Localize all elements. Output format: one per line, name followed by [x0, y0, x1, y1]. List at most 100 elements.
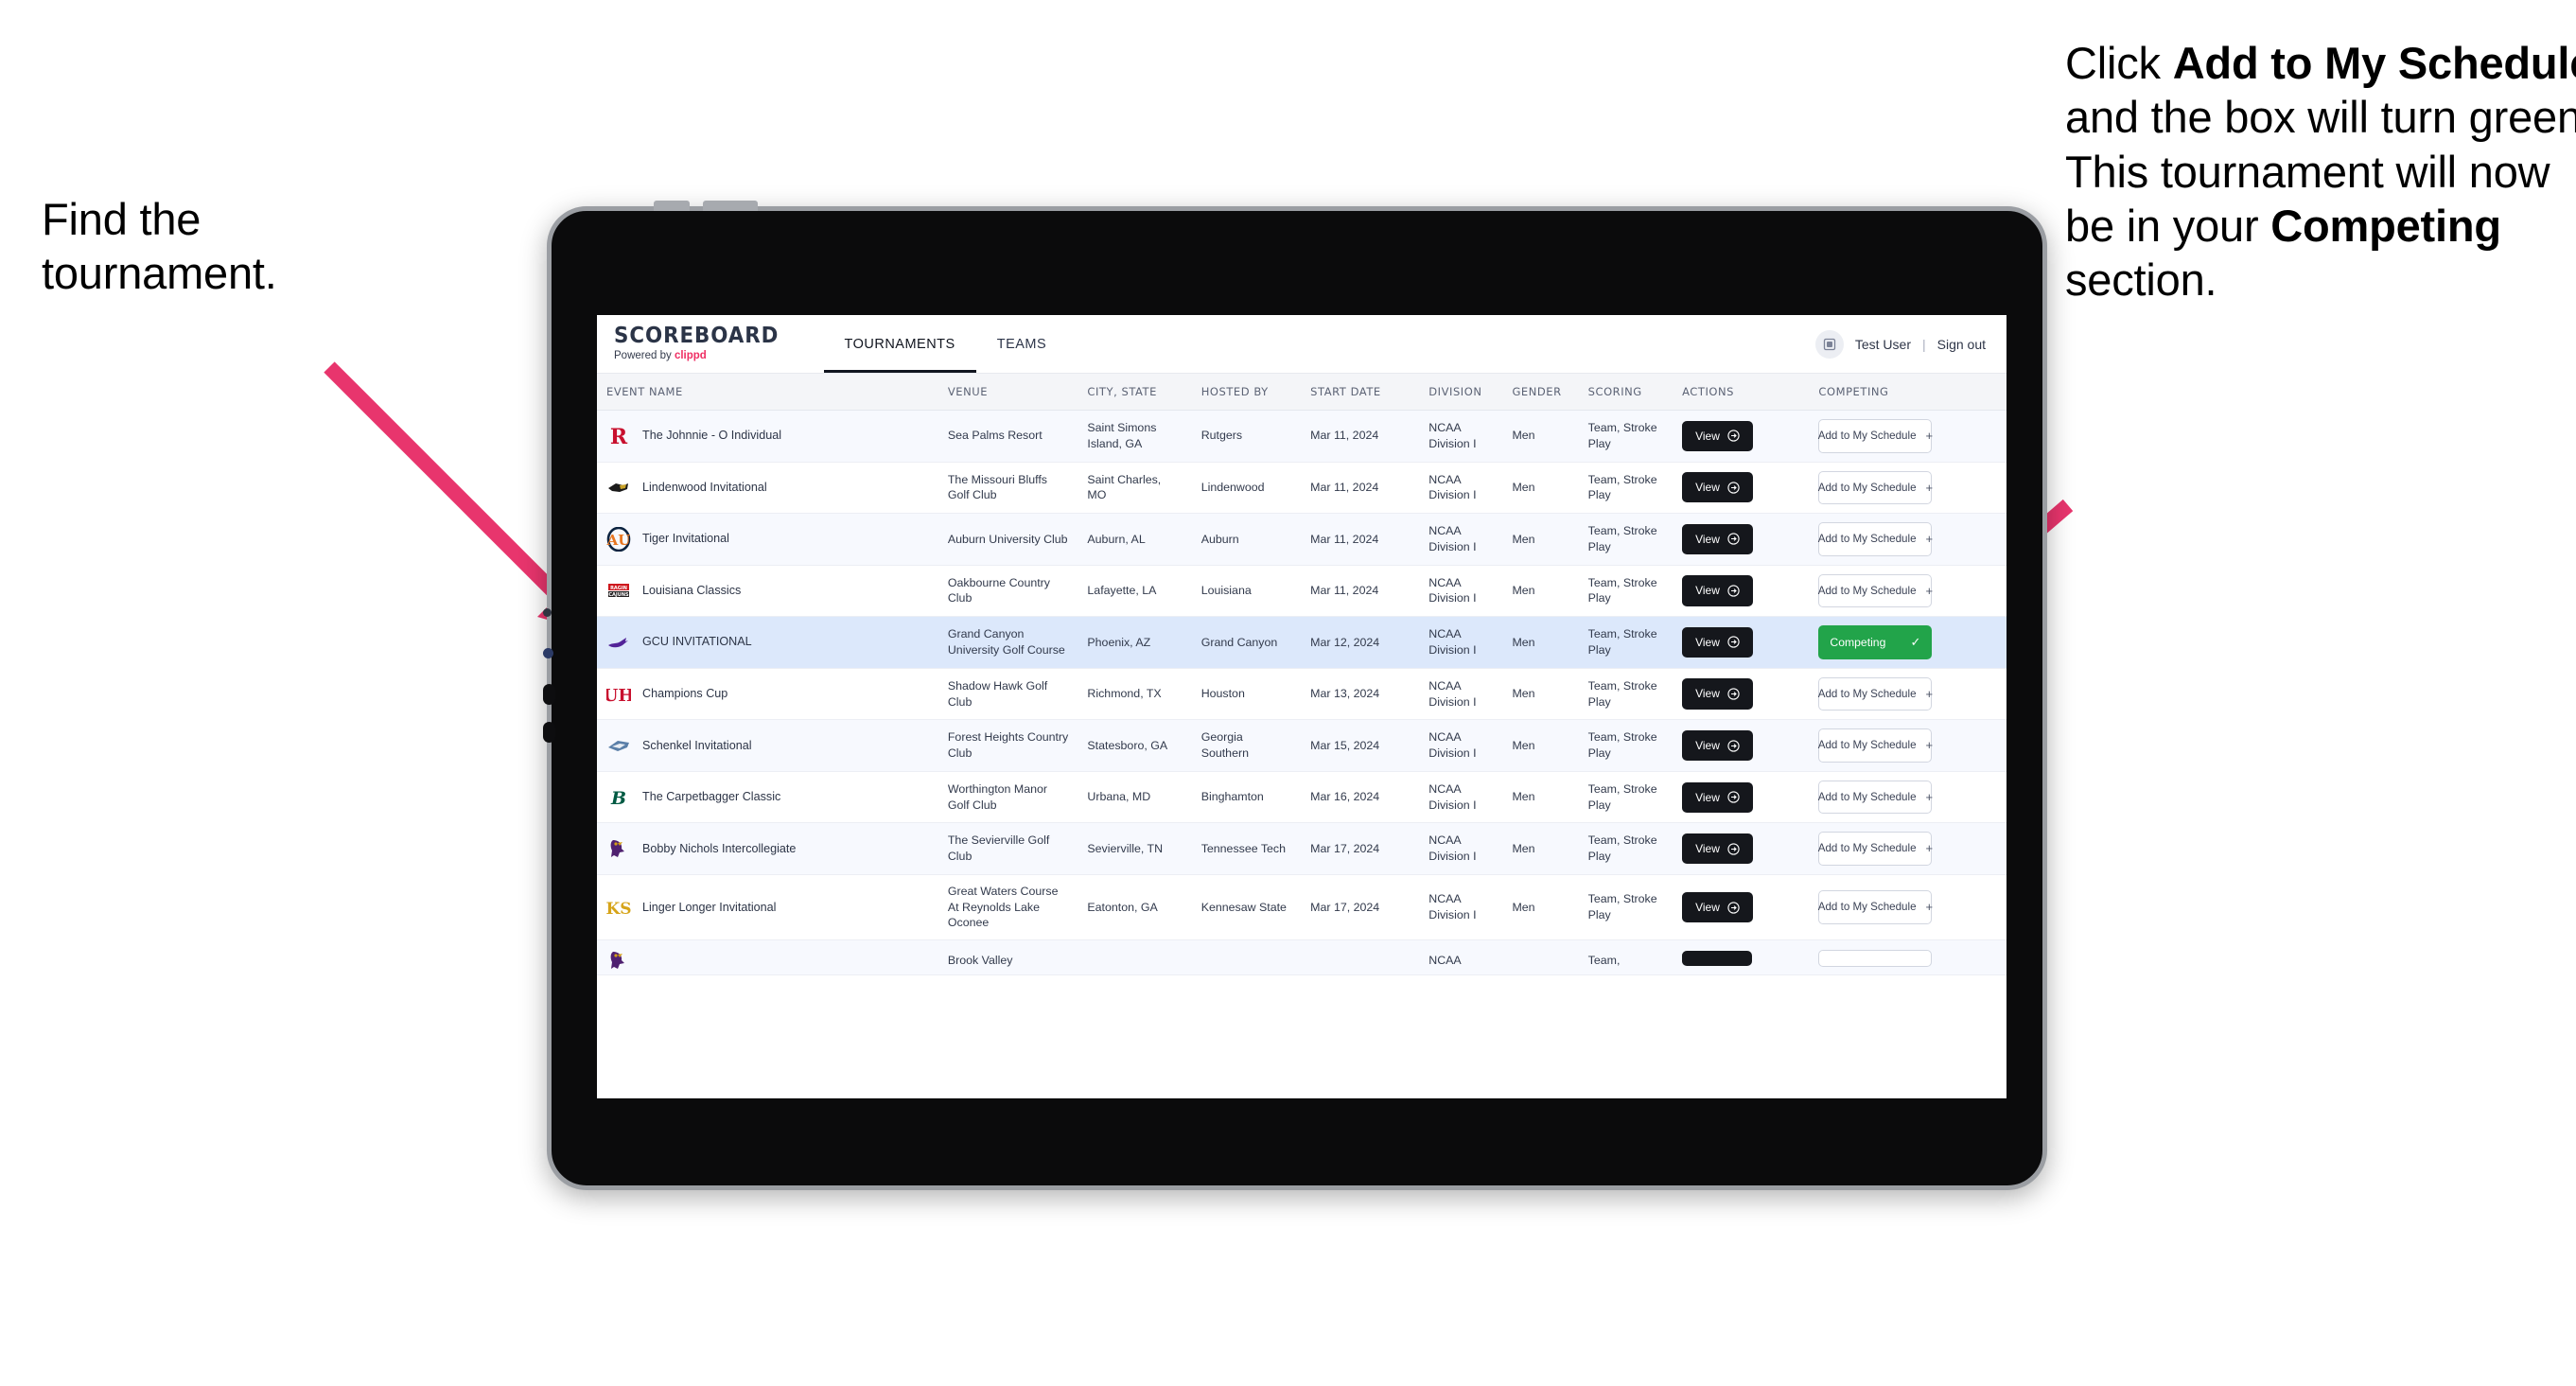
add-to-my-schedule-button[interactable]: Add to My Schedule +	[1818, 573, 1934, 608]
cell-event-name: KS Linger Longer Invitational	[597, 874, 938, 941]
column-header-competing[interactable]: COMPETING	[1809, 374, 2006, 411]
cell-gender	[1502, 939, 1579, 976]
view-button[interactable]: View	[1682, 729, 1753, 762]
cell-start-date: Mar 11, 2024	[1301, 565, 1420, 618]
user-avatar-icon[interactable]	[1814, 329, 1844, 359]
cell-hosted-by	[1191, 939, 1302, 976]
cell-scoring: Team, Stroke Play	[1578, 616, 1674, 669]
cell-start-date: Mar 12, 2024	[1301, 616, 1420, 669]
side-button-1[interactable]	[543, 684, 555, 705]
tablet-screen: SCOREBOARD Powered by clippd TOURNAMENTS…	[597, 315, 2006, 1098]
cell-actions: View	[1673, 874, 1810, 941]
add-to-my-schedule-button[interactable]: Add to My Schedule +	[1817, 676, 1934, 711]
volume-down-button[interactable]	[703, 201, 758, 211]
table-row[interactable]: Lindenwood Invitational The Missouri Blu…	[597, 462, 2006, 515]
plus-icon: +	[1925, 686, 1934, 701]
annotation-find-tournament: Find the tournament.	[42, 192, 439, 301]
cell-venue: Brook Valley	[938, 939, 1078, 976]
table-row[interactable]: GCU INVITATIONAL Grand Canyon University…	[597, 616, 2006, 669]
brand-powered-prefix: Powered by	[614, 350, 675, 362]
annotation-right-seg1: Click	[2065, 38, 2173, 88]
table-row[interactable]: Bobby Nichols Intercollegiate The Sevier…	[597, 822, 2006, 875]
add-to-my-schedule-button[interactable]: Add to My Schedule +	[1818, 780, 1933, 815]
cell-competing: Add to My Schedule +	[1809, 874, 2006, 941]
view-label: View	[1695, 790, 1720, 804]
partial-team-logo	[606, 948, 631, 973]
event-name-label: The Carpetbagger Classic	[642, 790, 781, 804]
view-label: View	[1695, 900, 1720, 914]
view-button[interactable]	[1682, 950, 1753, 966]
column-header-event-name[interactable]: EVENT NAME	[597, 374, 938, 411]
add-to-my-schedule-button[interactable]: Add to My Schedule +	[1817, 419, 1933, 453]
table-row[interactable]: RAGIN CAJUNS Louisiana Classics Oakbourne…	[597, 565, 2006, 618]
header-separator: |	[1921, 336, 1926, 352]
binghamton-b-logo: B	[606, 785, 631, 810]
view-button[interactable]: View	[1682, 420, 1753, 451]
cell-scoring: Team,	[1578, 939, 1674, 976]
competing-button[interactable]: Competing ✓	[1818, 625, 1933, 659]
view-button[interactable]: View	[1682, 523, 1753, 554]
plus-icon: +	[1925, 900, 1934, 915]
arrow-right-circle-icon	[1727, 739, 1740, 752]
column-header-start-date[interactable]: START DATE	[1301, 374, 1420, 411]
column-header-scoring[interactable]: SCORING	[1578, 374, 1674, 411]
cell-event-name: Bobby Nichols Intercollegiate	[597, 822, 938, 875]
arrow-right-circle-icon	[1727, 842, 1740, 855]
cell-venue: The Sevierville Golf Club	[938, 822, 1078, 875]
table-row-partial[interactable]: Brook Valley NCAA Team,	[597, 939, 2006, 976]
cell-venue: Shadow Hawk Golf Club	[938, 668, 1078, 721]
cell-start-date: Mar 11, 2024	[1301, 513, 1420, 566]
plus-icon: +	[1925, 583, 1934, 598]
column-header-venue[interactable]: VENUE	[938, 374, 1078, 411]
cell-gender: Men	[1502, 874, 1579, 941]
table-row[interactable]: R The Johnnie - O Individual Sea Palms R…	[597, 410, 2006, 463]
view-button[interactable]: View	[1682, 575, 1753, 606]
view-button[interactable]: View	[1682, 472, 1753, 503]
cell-start-date: Mar 17, 2024	[1301, 822, 1420, 875]
column-header-hosted-by[interactable]: HOSTED BY	[1191, 374, 1302, 411]
table-row[interactable]: Schenkel Invitational Forest Heights Cou…	[597, 719, 2006, 772]
column-header-division[interactable]: DIVISION	[1419, 374, 1503, 411]
view-button[interactable]: View	[1682, 781, 1753, 813]
nav-tab-teams[interactable]: TEAMS	[976, 315, 1067, 373]
add-to-my-schedule-label: Add to My Schedule	[1817, 533, 1917, 546]
table-row[interactable]: AU Tiger Invitational Auburn University …	[597, 513, 2006, 566]
arrow-right-circle-icon	[1727, 636, 1740, 649]
add-to-my-schedule-button[interactable]: Add to My Schedule +	[1818, 728, 1933, 763]
add-to-my-schedule-label: Add to My Schedule	[1817, 687, 1917, 700]
tournaments-table-container[interactable]: EVENT NAME VENUE CITY, STATE HOSTED BY S…	[597, 374, 2006, 1098]
cell-division: NCAA Division I	[1419, 719, 1503, 772]
cell-competing: Add to My Schedule +	[1809, 513, 2006, 566]
auburn-au-logo: AU	[606, 526, 631, 553]
event-name-label: Linger Longer Invitational	[642, 900, 777, 914]
add-to-my-schedule-button[interactable]: Add to My Schedule +	[1818, 832, 1933, 866]
table-row[interactable]: KS Linger Longer Invitational Great Wate…	[597, 874, 2006, 941]
tennessee-tech-eagle-logo	[606, 836, 631, 861]
view-button[interactable]: View	[1682, 626, 1753, 658]
add-to-my-schedule-button[interactable]: Add to My Schedule +	[1818, 470, 1933, 505]
add-to-my-schedule-button[interactable]	[1818, 949, 1933, 967]
nav-tab-tournaments[interactable]: TOURNAMENTS	[823, 315, 976, 373]
column-header-city-state[interactable]: CITY, STATE	[1078, 374, 1192, 411]
cell-division: NCAA Division I	[1419, 874, 1503, 941]
column-header-actions[interactable]: ACTIONS	[1673, 374, 1810, 411]
side-indicator-1	[543, 608, 552, 617]
volume-up-button[interactable]	[654, 201, 690, 211]
add-to-my-schedule-button[interactable]: Add to My Schedule +	[1818, 890, 1934, 924]
table-row[interactable]: UH Champions Cup Shadow Hawk Golf Club R…	[597, 668, 2006, 721]
table-row[interactable]: B The Carpetbagger Classic Worthington M…	[597, 771, 2006, 824]
add-to-my-schedule-button[interactable]: Add to My Schedule +	[1817, 522, 1933, 556]
view-button[interactable]: View	[1682, 891, 1753, 923]
view-button[interactable]: View	[1682, 833, 1753, 865]
add-to-my-schedule-label: Add to My Schedule	[1817, 429, 1917, 442]
column-header-gender[interactable]: GENDER	[1502, 374, 1579, 411]
view-button[interactable]: View	[1682, 678, 1753, 710]
side-button-2[interactable]	[543, 722, 555, 743]
event-name-label: Lindenwood Invitational	[642, 480, 767, 494]
cell-event-name: B The Carpetbagger Classic	[597, 771, 938, 824]
sign-out-link[interactable]: Sign out	[1937, 337, 1986, 352]
app-logo[interactable]: SCOREBOARD Powered by clippd	[614, 325, 792, 362]
arrow-right-circle-icon	[1727, 688, 1740, 700]
houston-uh-logo: UH	[604, 682, 635, 707]
event-name-label: The Johnnie - O Individual	[642, 429, 782, 443]
